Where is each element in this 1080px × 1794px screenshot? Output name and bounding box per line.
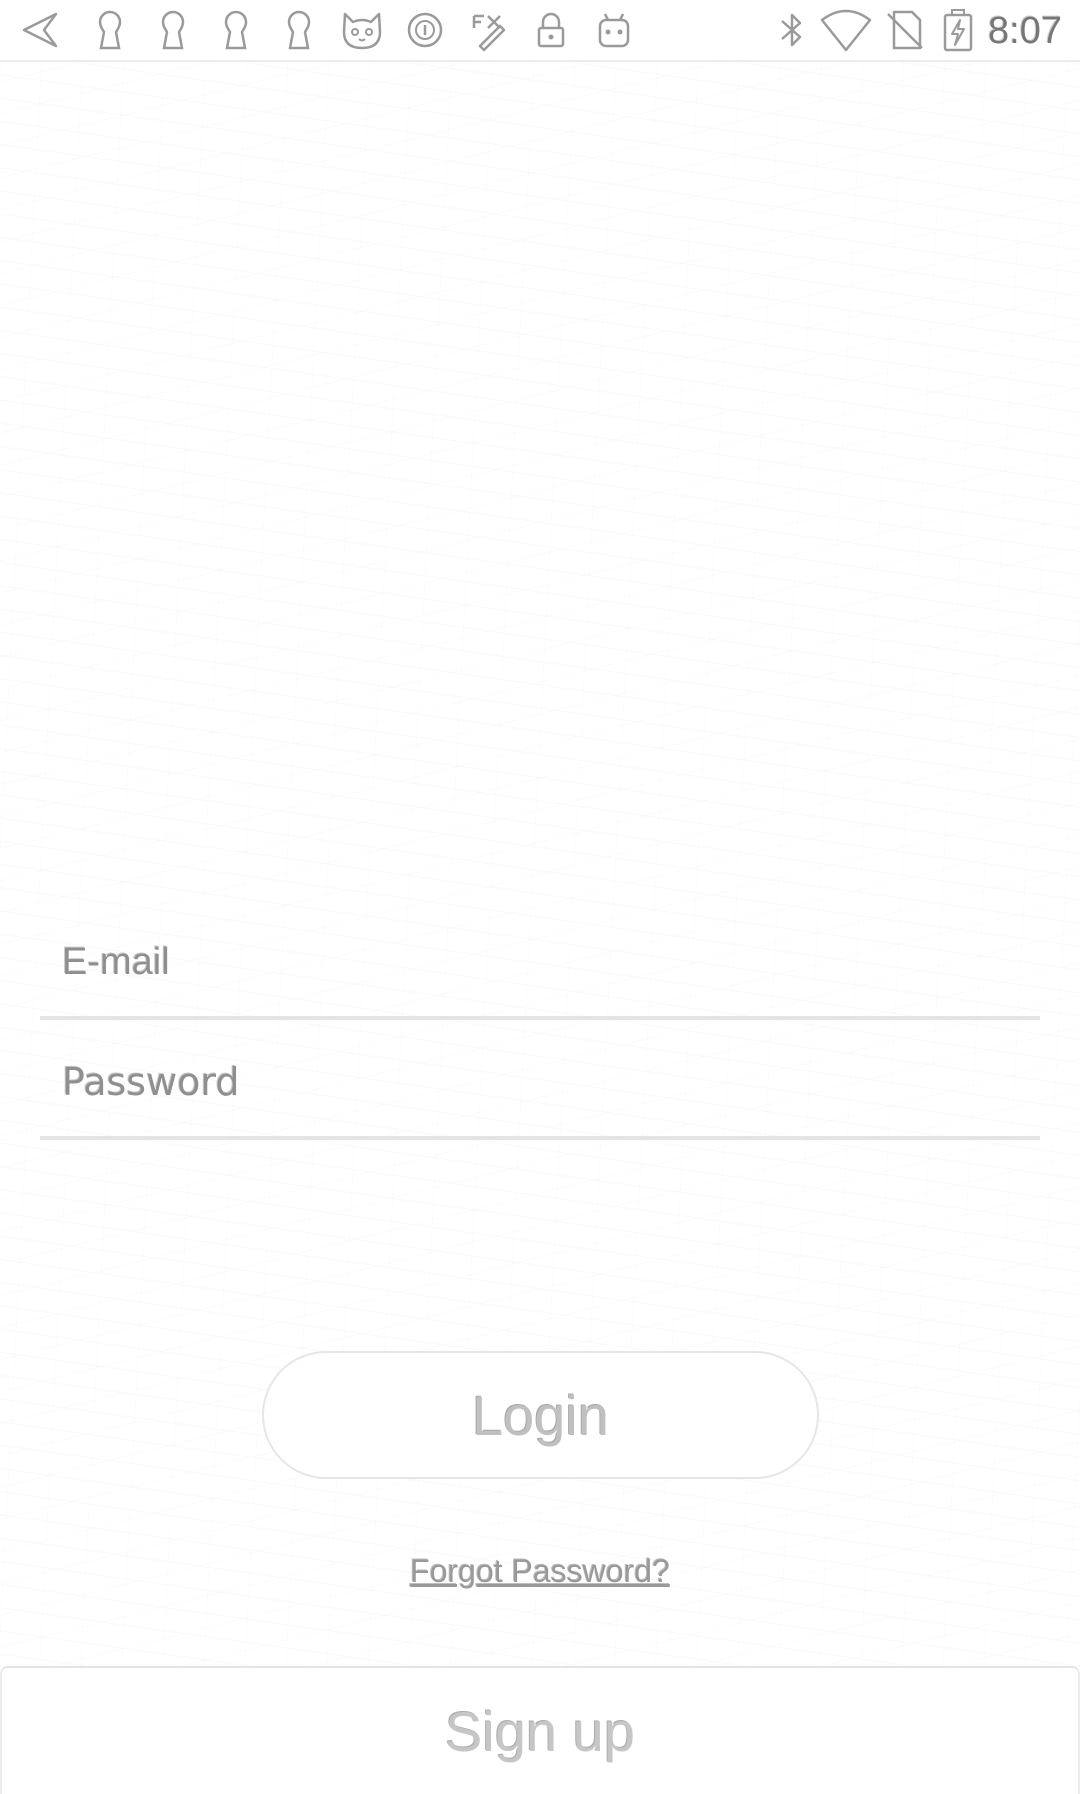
- password-field[interactable]: [40, 1030, 1040, 1140]
- wifi-icon: [820, 8, 872, 52]
- status-bar: 8:07: [0, 0, 1080, 62]
- email-field[interactable]: [40, 910, 1040, 1020]
- forgot-password-link[interactable]: Forgot Password?: [0, 1553, 1080, 1590]
- keyhole-icon: [277, 8, 321, 52]
- keyhole-icon: [214, 8, 258, 52]
- cat-face-icon: [340, 8, 384, 52]
- fix-tool-icon: [466, 8, 510, 52]
- battery-charging-icon: [936, 8, 980, 52]
- signup-button[interactable]: Sign up: [0, 1666, 1080, 1794]
- keyhole-icon: [88, 8, 132, 52]
- email-input[interactable]: [62, 932, 1002, 992]
- circle-badge-icon: [403, 8, 447, 52]
- lock-icon: [529, 8, 573, 52]
- back-arrow-icon: [18, 8, 62, 52]
- login-button[interactable]: Login: [262, 1351, 819, 1479]
- bluetooth-icon: [770, 8, 814, 52]
- status-time: 8:07: [988, 10, 1062, 52]
- keyhole-icon: [151, 8, 195, 52]
- no-sim-icon: [882, 8, 926, 52]
- password-input[interactable]: [62, 1052, 1002, 1112]
- android-icon: [592, 8, 636, 52]
